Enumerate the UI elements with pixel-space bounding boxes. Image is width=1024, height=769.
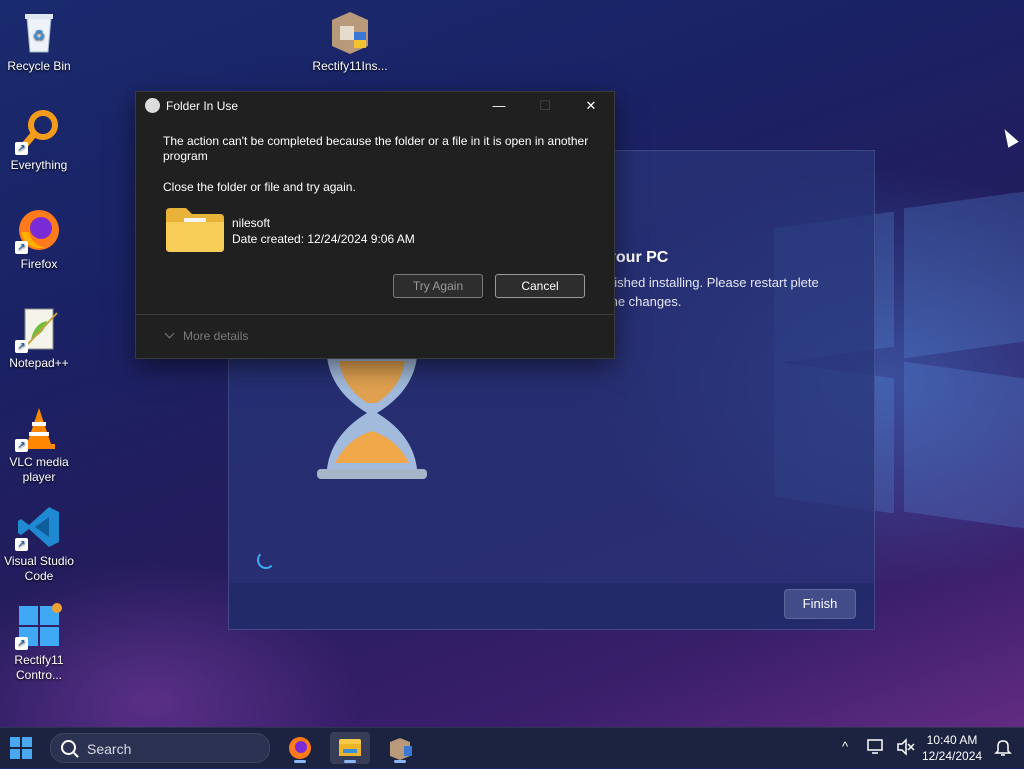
clock-date: 12/24/2024	[922, 749, 983, 763]
installer-package-icon	[326, 8, 374, 56]
vscode-icon: ↗	[15, 503, 63, 551]
search-icon	[61, 740, 76, 755]
desktop-icon-vscode[interactable]: ↗ Visual Studio Code	[1, 503, 77, 584]
rectify11-control-icon: ↗	[15, 602, 63, 650]
installer-heading: your PC	[607, 249, 669, 266]
shortcut-arrow-icon: ↗	[15, 538, 28, 551]
desktop-icon-firefox[interactable]: ↗ Firefox	[1, 206, 77, 272]
loading-spinner-icon	[257, 551, 275, 569]
dialog-titlebar[interactable]: Folder In Use — ☐ ✕	[136, 92, 614, 120]
dialog-instruction: Close the folder or file and try again.	[163, 180, 356, 194]
desktop-icon-label: VLC media player	[9, 455, 69, 484]
more-details-toggle[interactable]: More details	[164, 328, 249, 343]
file-date-created: Date created: 12/24/2024 9:06 AM	[232, 232, 415, 246]
shortcut-arrow-icon: ↗	[15, 340, 28, 353]
dialog-message: The action can't be completed because th…	[163, 134, 589, 163]
start-button[interactable]	[8, 735, 38, 761]
taskbar-file-explorer[interactable]	[330, 732, 370, 764]
svg-text:♻: ♻	[33, 27, 46, 43]
try-again-button[interactable]: Try Again	[393, 274, 483, 298]
clock-icon	[145, 98, 160, 113]
maximize-button: ☐	[539, 98, 551, 113]
windows-logo-icon	[10, 737, 32, 759]
taskbar-clock[interactable]: 10:40 AM 12/24/2024	[922, 732, 982, 764]
desktop-icon-label: Firefox	[20, 257, 58, 271]
mouse-cursor-icon	[999, 126, 1019, 148]
hourglass-icon	[317, 351, 427, 486]
network-icon[interactable]	[866, 738, 886, 759]
desktop-icon-recycle-bin[interactable]: ♻ Recycle Bin	[1, 8, 77, 74]
dialog-divider	[136, 314, 614, 315]
taskbar-installer[interactable]	[380, 732, 420, 764]
close-button[interactable]: ✕	[568, 92, 614, 120]
minimize-button[interactable]: —	[476, 92, 522, 120]
taskbar: Search ^ 10:40 AM 12/24/2024	[0, 727, 1024, 768]
desktop-icon-label: Rectify11Ins...	[312, 59, 388, 73]
cancel-button[interactable]: Cancel	[495, 274, 585, 298]
desktop-icon-rectify11-control[interactable]: ↗ Rectify11 Contro...	[1, 602, 77, 683]
firefox-icon: ↗	[15, 206, 63, 254]
shortcut-arrow-icon: ↗	[15, 637, 28, 650]
taskbar-search-box[interactable]: Search	[50, 733, 270, 763]
installer-footer: Finish	[229, 583, 874, 629]
running-indicator	[394, 760, 406, 763]
desktop-icon-label: Rectify11 Contro...	[14, 653, 64, 682]
file-name: nilesoft	[232, 216, 271, 230]
shortcut-arrow-icon: ↗	[15, 241, 28, 254]
installer-body-text: nished installing. Please restart plete …	[607, 275, 819, 309]
running-indicator	[294, 760, 306, 763]
recycle-bin-icon: ♻	[15, 8, 63, 56]
tray-overflow-chevron-icon[interactable]: ^	[842, 739, 848, 754]
running-indicator	[344, 760, 356, 763]
desktop-icon-vlc[interactable]: ↗ VLC media player	[1, 404, 77, 485]
desktop-icon-everything[interactable]: ↗ Everything	[1, 107, 77, 173]
everything-search-icon: ↗	[15, 107, 63, 155]
search-label: Search	[87, 741, 132, 757]
desktop-icon-notepadpp[interactable]: ↗ Notepad++	[1, 305, 77, 371]
notepadpp-icon: ↗	[15, 305, 63, 353]
clock-time: 10:40 AM	[926, 733, 978, 747]
folder-icon	[166, 206, 224, 252]
desktop-icon-rectify11-installer[interactable]: Rectify11Ins...	[312, 8, 388, 74]
vlc-cone-icon: ↗	[15, 404, 63, 452]
dialog-title: Folder In Use	[166, 99, 239, 113]
taskbar-firefox[interactable]	[280, 732, 320, 764]
desktop-icon-label: Notepad++	[9, 356, 69, 370]
volume-muted-icon[interactable]	[896, 738, 916, 759]
more-details-label: More details	[183, 329, 249, 343]
notification-bell-icon[interactable]	[994, 738, 1012, 759]
shortcut-arrow-icon: ↗	[15, 142, 28, 155]
finish-button[interactable]: Finish	[784, 589, 856, 619]
chevron-down-icon	[164, 328, 175, 339]
desktop-icon-label: Visual Studio Code	[4, 554, 74, 583]
desktop-icon-label: Everything	[10, 158, 68, 172]
desktop-icon-label: Recycle Bin	[7, 59, 71, 73]
folder-in-use-dialog: Folder In Use — ☐ ✕ The action can't be …	[135, 91, 615, 359]
shortcut-arrow-icon: ↗	[15, 439, 28, 452]
